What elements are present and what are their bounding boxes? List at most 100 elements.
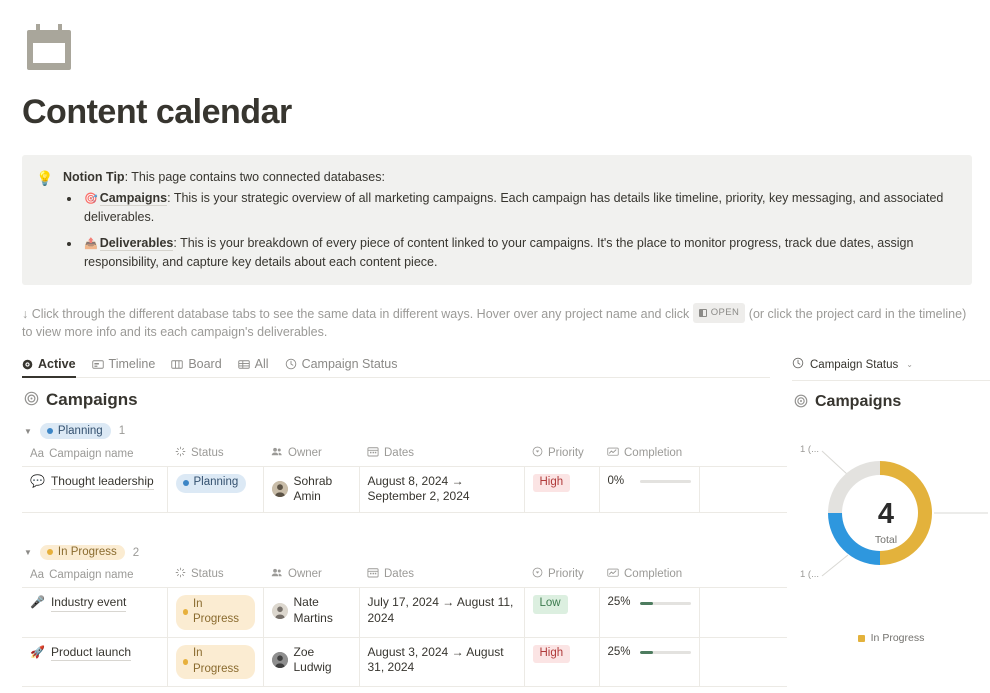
group-header[interactable]: ▼ In Progress 2	[22, 544, 792, 568]
cell-owner[interactable]: Nate Martins	[263, 587, 360, 638]
cell-dates[interactable]: August 8, 2024 → September 2, 2024	[359, 466, 525, 513]
select-icon	[532, 567, 543, 581]
chevron-down-icon[interactable]: ▼	[24, 548, 32, 557]
cell-status[interactable]: Planning	[167, 466, 264, 513]
col-header-campaign-name[interactable]: Aa Campaign name	[22, 567, 167, 589]
notion-page: Content calendar 💡 Notion Tip: This page…	[0, 0, 990, 693]
cell-campaign-name[interactable]: 💬 Thought leadership	[22, 466, 168, 513]
cell-campaign-name[interactable]: 🎤 Industry event	[22, 587, 168, 638]
cell-dates[interactable]: August 3, 2024 → August 31, 2024	[359, 637, 525, 688]
col-header-dates[interactable]: Dates	[359, 445, 524, 467]
people-icon	[271, 567, 283, 581]
campaign-status-panel: Campaign Status ⌄ Campaigns 1 (... 1 (..…	[792, 357, 990, 644]
open-chip[interactable]: OPEN	[692, 303, 746, 324]
chevron-down-icon[interactable]: ⌄	[906, 360, 913, 369]
status-pill: In Progress	[175, 595, 255, 630]
cell-priority[interactable]: High	[524, 466, 600, 513]
status-pill: Planning	[175, 473, 247, 493]
col-header-blank[interactable]	[699, 445, 787, 467]
select-icon	[532, 446, 543, 460]
status-label: Planning	[193, 476, 239, 489]
usage-hint: ↓ Click through the different database t…	[22, 303, 972, 341]
panel-database-title-text: Campaigns	[815, 393, 902, 411]
table-row[interactable]: 💬 Thought leadership Planning Sohrab Amin…	[22, 466, 787, 513]
cell-status[interactable]: In Progress	[167, 637, 264, 688]
target-emoji-icon	[794, 394, 808, 411]
cell-priority[interactable]: High	[524, 637, 600, 688]
calendar-icon	[367, 567, 379, 581]
completion-percent: 25%	[607, 645, 631, 658]
col-header-completion[interactable]: Completion	[599, 445, 699, 467]
cell-completion[interactable]: 25%	[599, 637, 700, 688]
target-emoji-icon	[24, 391, 39, 409]
tab-timeline[interactable]: Timeline	[91, 357, 155, 378]
table-row[interactable]: 🎤 Industry event In Progress Nate Martins…	[22, 587, 787, 638]
chart-legend: In Progress	[792, 632, 990, 644]
usage-hint-part1: ↓ Click through the different database t…	[22, 307, 690, 322]
col-header-priority[interactable]: Priority	[524, 445, 599, 467]
tab-all[interactable]: All	[237, 357, 269, 378]
col-label: Owner	[288, 568, 322, 581]
database-title-text: Campaigns	[46, 390, 138, 410]
col-header-priority[interactable]: Priority	[524, 567, 599, 589]
donut-svg	[821, 450, 988, 577]
cell-campaign-name[interactable]: 🚀 Product launch	[22, 637, 168, 688]
database-column: Active Timeline Board All Campaign Statu…	[22, 357, 792, 693]
page-emoji-icon[interactable]	[22, 22, 78, 74]
tab-active[interactable]: Active	[22, 357, 76, 379]
col-header-dates[interactable]: Dates	[359, 567, 524, 589]
callout-list: 🎯Campaigns: This is your strategic overv…	[63, 190, 956, 271]
rocket-icon: 🚀	[30, 644, 45, 659]
cell-blank[interactable]	[699, 587, 787, 638]
slice-annotation-top: 1 (...	[800, 444, 820, 456]
cell-completion[interactable]: 25%	[599, 587, 700, 638]
completion-bar	[639, 480, 691, 484]
col-label: Campaign name	[49, 447, 134, 460]
tab-active-label: Active	[38, 357, 76, 372]
col-header-blank[interactable]	[699, 567, 787, 589]
tab-board[interactable]: Board	[171, 357, 222, 378]
cell-completion[interactable]: 0%	[599, 466, 700, 513]
deliverables-db-link[interactable]: Deliverables	[99, 236, 174, 252]
tab-campaign-status[interactable]: Campaign Status	[285, 357, 397, 378]
list-item: 📤Deliverables: This is your breakdown of…	[81, 235, 956, 271]
group-header[interactable]: ▼ Planning 1	[22, 423, 792, 446]
notion-tip-callout: 💡 Notion Tip: This page contains two con…	[22, 154, 972, 286]
col-header-owner[interactable]: Owner	[263, 445, 359, 467]
table-icon	[237, 359, 250, 370]
panel-header[interactable]: Campaign Status ⌄	[792, 357, 990, 382]
group-planning: ▼ Planning 1 Aa Campaign name Status Own…	[22, 423, 792, 513]
cell-blank[interactable]	[699, 637, 787, 688]
cell-owner[interactable]: Zoe Ludwig	[263, 637, 360, 688]
campaigns-db-desc: : This is your strategic overview of all…	[84, 191, 944, 224]
cell-status[interactable]: In Progress	[167, 587, 264, 638]
cell-priority[interactable]: Low	[524, 587, 600, 638]
database-title: Campaigns	[24, 390, 792, 410]
col-header-completion[interactable]: Completion	[599, 567, 699, 589]
open-icon	[698, 309, 707, 318]
campaign-name-text: Thought leadership	[50, 474, 154, 491]
col-header-status[interactable]: Status	[167, 445, 263, 467]
col-header-campaign-name[interactable]: Aa Campaign name	[22, 445, 167, 467]
campaign-status-donut-chart[interactable]: 1 (... 1 (... 4 Total	[792, 433, 990, 628]
cell-blank[interactable]	[699, 466, 787, 513]
owner-name: Sohrab Amin	[293, 473, 333, 504]
col-header-owner[interactable]: Owner	[263, 567, 359, 589]
avatar	[271, 602, 288, 619]
completion-bar	[639, 601, 691, 605]
chevron-down-icon[interactable]: ▼	[24, 427, 32, 436]
group-count: 1	[118, 425, 126, 438]
text-type-icon: Aa	[30, 447, 45, 460]
slice-planning	[828, 513, 880, 566]
cell-dates[interactable]: July 17, 2024 → August 11, 2024	[359, 587, 525, 638]
cell-owner[interactable]: Sohrab Amin	[263, 466, 360, 513]
col-label: Status	[191, 568, 224, 581]
clock-icon	[792, 357, 804, 372]
campaigns-db-link[interactable]: Campaigns	[99, 191, 168, 207]
status-icon	[175, 446, 186, 460]
col-header-status[interactable]: Status	[167, 567, 263, 589]
table-row[interactable]: 🚀 Product launch In Progress Zoe Ludwig A…	[22, 637, 787, 688]
open-chip-label: OPEN	[710, 307, 740, 319]
callout-lead: Notion Tip: This page contains two conne…	[63, 169, 956, 187]
callout-lead-rest: : This page contains two connected datab…	[124, 169, 385, 184]
